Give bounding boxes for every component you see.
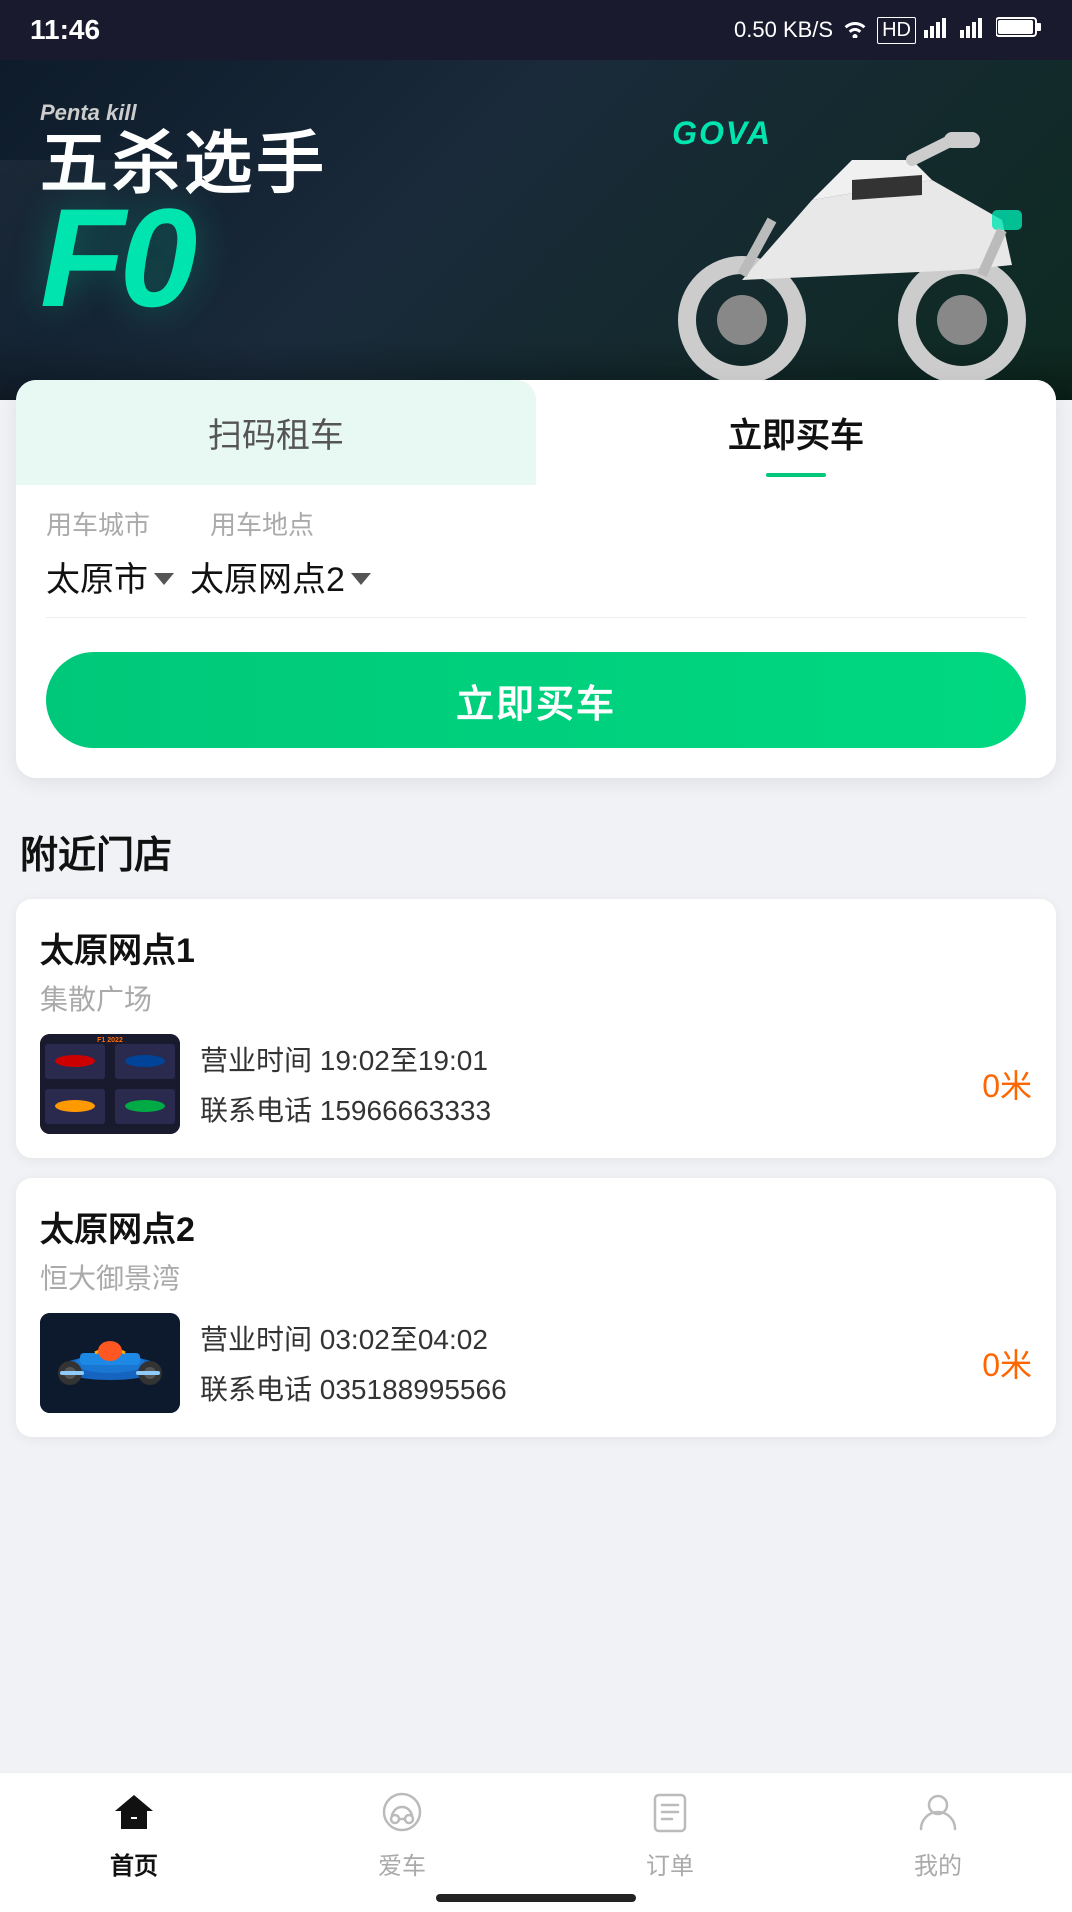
status-icons: 0.50 KB/S HD bbox=[734, 16, 1042, 44]
location-arrow-icon bbox=[351, 573, 371, 585]
selector-labels: 用车城市 用车地点 bbox=[46, 505, 1026, 542]
store-2-hours: 营业时间 03:02至04:02 bbox=[200, 1318, 962, 1358]
location-value: 太原网点2 bbox=[190, 552, 345, 601]
store-2-thumb bbox=[40, 1313, 180, 1413]
status-speed: 0.50 KB/S bbox=[734, 17, 833, 43]
main-card: 扫码租车 立即买车 用车城市 用车地点 太原市 太原网点2 立即买车 bbox=[16, 380, 1056, 778]
store-1-phone: 联系电话 15966663333 bbox=[200, 1089, 962, 1129]
store-1-details: 营业时间 19:02至19:01 联系电话 15966663333 bbox=[200, 1039, 962, 1129]
hero-text: Penta kill 五杀选手 F0 bbox=[40, 100, 328, 317]
orders-icon bbox=[642, 1784, 698, 1840]
nav-home-label: 首页 bbox=[110, 1846, 158, 1881]
store-2-phone: 联系电话 035188995566 bbox=[200, 1368, 962, 1408]
nav-orders[interactable]: 订单 bbox=[610, 1784, 730, 1881]
nav-car-label: 爱车 bbox=[378, 1846, 426, 1881]
city-arrow-icon bbox=[154, 573, 174, 585]
status-time: 11:46 bbox=[30, 14, 100, 46]
store-1-distance: 0米 bbox=[982, 1061, 1032, 1107]
signal2-icon bbox=[960, 16, 988, 44]
location-label: 用车地点 bbox=[210, 505, 314, 542]
tab-buy-now[interactable]: 立即买车 bbox=[536, 380, 1056, 485]
store-2-info: 营业时间 03:02至04:02 联系电话 035188995566 0米 bbox=[40, 1313, 1032, 1413]
city-value: 太原市 bbox=[46, 552, 148, 601]
home-icon bbox=[106, 1784, 162, 1840]
tabs: 扫码租车 立即买车 bbox=[16, 380, 1056, 485]
selector-row: 太原市 太原网点2 bbox=[46, 552, 1026, 618]
nav-profile-label: 我的 bbox=[914, 1846, 962, 1881]
nav-my-car[interactable]: 爱车 bbox=[342, 1784, 462, 1881]
store-1-info: F1 2022 营业时间 19:02至19:01 联系电话 1596666333… bbox=[40, 1034, 1032, 1134]
hero-brand-small: Penta kill bbox=[40, 100, 137, 126]
store-2-name: 太原网点2 bbox=[40, 1202, 1032, 1251]
store-card-2[interactable]: 太原网点2 恒大御景湾 bbox=[16, 1178, 1056, 1437]
profile-icon bbox=[910, 1784, 966, 1840]
battery-icon bbox=[996, 16, 1042, 44]
nav-orders-label: 订单 bbox=[646, 1846, 694, 1881]
store-1-thumb: F1 2022 bbox=[40, 1034, 180, 1134]
store-1-name: 太原网点1 bbox=[40, 923, 1032, 972]
store-1-address: 集散广场 bbox=[40, 978, 1032, 1018]
nearby-title: 附近门店 bbox=[16, 808, 1056, 899]
selectors: 用车城市 用车地点 太原市 太原网点2 bbox=[16, 485, 1056, 628]
store-2-address: 恒大御景湾 bbox=[40, 1257, 1032, 1297]
nav-profile[interactable]: 我的 bbox=[878, 1784, 998, 1881]
svg-text:F1 2022: F1 2022 bbox=[97, 1037, 123, 1044]
hero-banner: Penta kill 五杀选手 F0 GOVA bbox=[0, 60, 1072, 400]
nav-home[interactable]: 首页 bbox=[74, 1784, 194, 1881]
hd-icon: HD bbox=[877, 17, 916, 44]
store-2-distance: 0米 bbox=[982, 1340, 1032, 1386]
city-selector[interactable]: 太原市 bbox=[46, 552, 174, 601]
wifi-icon bbox=[841, 16, 869, 44]
nearby-section: 附近门店 太原网点1 集散广场 F1 2022 bbox=[0, 798, 1072, 1467]
scooter-image bbox=[612, 80, 1072, 380]
bottom-indicator bbox=[436, 1894, 636, 1902]
signal-icon bbox=[924, 16, 952, 44]
bottom-nav: 首页 爱车 订单 bbox=[0, 1772, 1072, 1912]
store-card-1[interactable]: 太原网点1 集散广场 F1 2022 bbox=[16, 899, 1056, 1158]
status-bar: 11:46 0.50 KB/S HD bbox=[0, 0, 1072, 60]
city-label: 用车城市 bbox=[46, 505, 150, 542]
tab-scan-rent[interactable]: 扫码租车 bbox=[16, 380, 536, 485]
buy-button[interactable]: 立即买车 bbox=[46, 652, 1026, 748]
car-icon bbox=[374, 1784, 430, 1840]
location-selector[interactable]: 太原网点2 bbox=[190, 552, 371, 601]
hero-title-en: F0 bbox=[40, 198, 328, 317]
store-2-details: 营业时间 03:02至04:02 联系电话 035188995566 bbox=[200, 1318, 962, 1408]
store-1-hours: 营业时间 19:02至19:01 bbox=[200, 1039, 962, 1079]
